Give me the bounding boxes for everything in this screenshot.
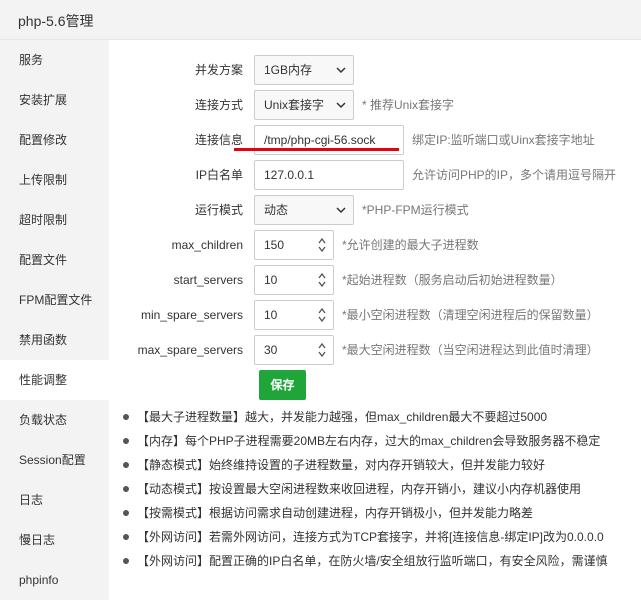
sidebar: 服务 安装扩展 配置修改 上传限制 超时限制 配置文件 FPM配置文件 禁用函数… — [0, 40, 109, 600]
bullet-icon — [123, 462, 129, 468]
min-spare-servers-label: min_spare_servers — [140, 308, 243, 322]
max-children-input[interactable]: 150 — [254, 230, 334, 260]
run-mode-label: 运行模式 — [194, 203, 243, 217]
list-item: 【内存】每个PHP子进程需要20MB左右内存，过大的max_children会导… — [123, 429, 600, 453]
sidebar-item-config-edit[interactable]: 配置修改 — [0, 120, 109, 160]
max-children-label: max_children — [171, 238, 243, 252]
bullet-icon — [123, 510, 129, 516]
min-spare-servers-row: min_spare_servers 10 *最小空闲进程数（清理空闲进程后的保留… — [109, 300, 641, 330]
start-servers-value: 10 — [264, 273, 278, 287]
bullet-icon — [123, 486, 129, 492]
chevron-down-icon — [336, 67, 346, 74]
sidebar-item-phpinfo[interactable]: phpinfo — [0, 560, 109, 600]
max-spare-servers-value: 30 — [264, 343, 278, 357]
start-servers-input[interactable]: 10 — [254, 265, 334, 295]
sidebar-item-extensions[interactable]: 安装扩展 — [0, 80, 109, 120]
tip-text: 【外网访问】若需外网访问，连接方式为TCP套接字，并将[连接信息-绑定IP]改为… — [137, 530, 604, 544]
bullet-icon — [123, 438, 129, 444]
connection-mode-value: Unix套接字 — [264, 98, 325, 112]
min-spare-servers-hint: *最小空闲进程数（清理空闲进程后的保留数量） — [342, 308, 599, 322]
tip-text: 【按需模式】根据访问需求自动创建进程，内存开销极小，但并发能力略差 — [137, 506, 534, 520]
min-spare-servers-input[interactable]: 10 — [254, 300, 334, 330]
concurrency-select[interactable]: 1GB内存 — [254, 55, 354, 85]
start-servers-row: start_servers 10 *起始进程数（服务启动后初始进程数量） — [109, 265, 641, 295]
sidebar-item-disabled-functions[interactable]: 禁用函数 — [0, 320, 109, 360]
list-item: 【外网访问】配置正确的IP白名单，在防火墙/安全组放行监听端口，有安全风险，需谨… — [123, 549, 608, 573]
connection-mode-row: 连接方式 Unix套接字 * 推荐Unix套接字 — [109, 90, 641, 120]
stepper-icon[interactable] — [316, 235, 328, 255]
start-servers-hint: *起始进程数（服务启动后初始进程数量） — [342, 273, 563, 287]
tip-text: 【最大子进程数量】越大，并发能力越强，但max_children最大不要超过50… — [137, 410, 548, 424]
list-item: 【外网访问】若需外网访问，连接方式为TCP套接字，并将[连接信息-绑定IP]改为… — [123, 525, 604, 549]
window-titlebar: php-5.6管理 — [0, 0, 641, 40]
connection-mode-select[interactable]: Unix套接字 — [254, 90, 354, 120]
start-servers-label: start_servers — [173, 273, 243, 287]
red-underline-annotation — [234, 148, 399, 151]
window-title: php-5.6管理 — [18, 13, 94, 29]
tip-text: 【内存】每个PHP子进程需要20MB左右内存，过大的max_children会导… — [137, 434, 601, 448]
list-item: 【最大子进程数量】越大，并发能力越强，但max_children最大不要超过50… — [123, 405, 547, 429]
run-mode-select[interactable]: 动态 — [254, 195, 354, 225]
run-mode-value: 动态 — [264, 203, 289, 217]
sidebar-item-service[interactable]: 服务 — [0, 40, 109, 80]
concurrency-label: 并发方案 — [194, 63, 243, 77]
stepper-icon[interactable] — [316, 340, 328, 360]
bullet-icon — [123, 558, 129, 564]
max-spare-servers-hint: *最大空闲进程数（当空闲进程达到此值时清理） — [342, 343, 599, 357]
chevron-down-icon — [336, 207, 346, 214]
sidebar-item-config-file[interactable]: 配置文件 — [0, 240, 109, 280]
tip-text: 【外网访问】配置正确的IP白名单，在防火墙/安全组放行监听端口，有安全风险，需谨… — [137, 554, 608, 568]
min-spare-servers-value: 10 — [264, 308, 278, 322]
sidebar-item-log[interactable]: 日志 — [0, 480, 109, 520]
sidebar-item-performance[interactable]: 性能调整 — [0, 360, 109, 400]
ip-whitelist-row: IP白名单 127.0.0.1 允许访问PHP的IP，多个请用逗号隔开 — [109, 160, 641, 190]
sidebar-item-load-status[interactable]: 负载状态 — [0, 400, 109, 440]
ip-whitelist-hint: 允许访问PHP的IP，多个请用逗号隔开 — [412, 168, 617, 182]
performance-panel: 并发方案 1GB内存 连接方式 Unix套接字 * 推荐Unix套接字 连接信息… — [109, 40, 641, 600]
max-children-hint: *允许创建的最大子进程数 — [342, 238, 479, 252]
concurrency-value: 1GB内存 — [264, 63, 313, 77]
run-mode-hint: *PHP-FPM运行模式 — [362, 203, 469, 217]
max-spare-servers-input[interactable]: 30 — [254, 335, 334, 365]
list-item: 【静态模式】始终维持设置的子进程数量，对内存开销较大，但并发能力较好 — [123, 453, 545, 477]
connection-mode-hint: * 推荐Unix套接字 — [362, 98, 455, 112]
sidebar-item-upload-limit[interactable]: 上传限制 — [0, 160, 109, 200]
tip-text: 【动态模式】按设置最大空闲进程数来收回进程，内存开销小，建议小内存机器使用 — [137, 482, 582, 496]
max-spare-servers-row: max_spare_servers 30 *最大空闲进程数（当空闲进程达到此值时… — [109, 335, 641, 365]
sidebar-item-slow-log[interactable]: 慢日志 — [0, 520, 109, 560]
chevron-down-icon — [336, 102, 346, 109]
connection-info-hint: 绑定IP:监听端口或Uinx套接字地址 — [412, 133, 595, 147]
save-button[interactable]: 保存 — [259, 370, 306, 400]
max-spare-servers-label: max_spare_servers — [137, 343, 243, 357]
list-item: 【动态模式】按设置最大空闲进程数来收回进程，内存开销小，建议小内存机器使用 — [123, 477, 581, 501]
bullet-icon — [123, 414, 129, 420]
stepper-icon[interactable] — [316, 270, 328, 290]
bullet-icon — [123, 534, 129, 540]
connection-mode-label: 连接方式 — [194, 98, 243, 112]
ip-whitelist-label: IP白名单 — [195, 168, 243, 182]
tip-text: 【静态模式】始终维持设置的子进程数量，对内存开销较大，但并发能力较好 — [137, 458, 546, 472]
run-mode-row: 运行模式 动态 *PHP-FPM运行模式 — [109, 195, 641, 225]
stepper-icon[interactable] — [316, 305, 328, 325]
sidebar-item-fpm-config[interactable]: FPM配置文件 — [0, 280, 109, 320]
concurrency-row: 并发方案 1GB内存 — [109, 55, 641, 85]
list-item: 【按需模式】根据访问需求自动创建进程，内存开销极小，但并发能力略差 — [123, 501, 533, 525]
max-children-value: 150 — [264, 238, 285, 252]
max-children-row: max_children 150 *允许创建的最大子进程数 — [109, 230, 641, 260]
ip-whitelist-input[interactable]: 127.0.0.1 — [254, 160, 404, 190]
sidebar-item-session[interactable]: Session配置 — [0, 440, 109, 480]
sidebar-item-timeout-limit[interactable]: 超时限制 — [0, 200, 109, 240]
